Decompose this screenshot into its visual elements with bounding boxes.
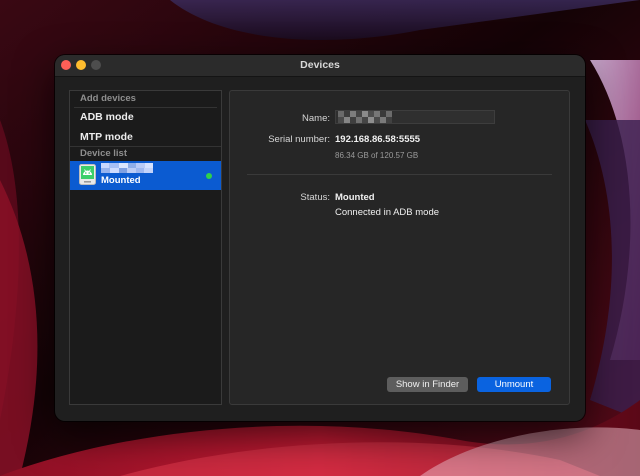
device-name-field[interactable] [335,110,495,124]
serial-number-label: Serial number: [268,134,330,145]
sidebar-item-adb-mode[interactable]: ADB mode [70,108,221,127]
unmount-button[interactable]: Unmount [477,377,551,392]
android-device-icon [79,164,96,185]
name-label: Name: [302,113,330,124]
device-status: Mounted [101,175,141,186]
add-devices-header: Add devices [80,93,136,104]
title-bar[interactable]: Devices [55,55,585,77]
device-name-redacted [338,111,392,123]
device-list-header: Device list [70,146,221,161]
sidebar: Add devices ADB mode MTP mode Device lis… [69,90,222,405]
connected-indicator [206,173,212,179]
serial-number-value: 192.168.86.58:5555 [335,134,421,145]
status-value: Mounted [335,192,375,203]
window-title: Devices [300,59,340,71]
device-detail-panel: Name: Serial number: 192.168.86.58:5555 … [229,90,570,405]
detail-divider [247,174,552,175]
sidebar-item-mtp-mode[interactable]: MTP mode [70,128,221,147]
storage-usage: 86.34 GB of 120.57 GB [335,151,419,160]
status-detail: Connected in ADB mode [335,207,440,218]
device-name-redacted [101,163,153,173]
device-list-item[interactable]: Mounted [70,161,221,190]
devices-window: Devices Add devices ADB mode MTP mode De… [55,55,585,421]
show-in-finder-button[interactable]: Show in Finder [387,377,468,392]
status-label: Status: [300,192,330,203]
